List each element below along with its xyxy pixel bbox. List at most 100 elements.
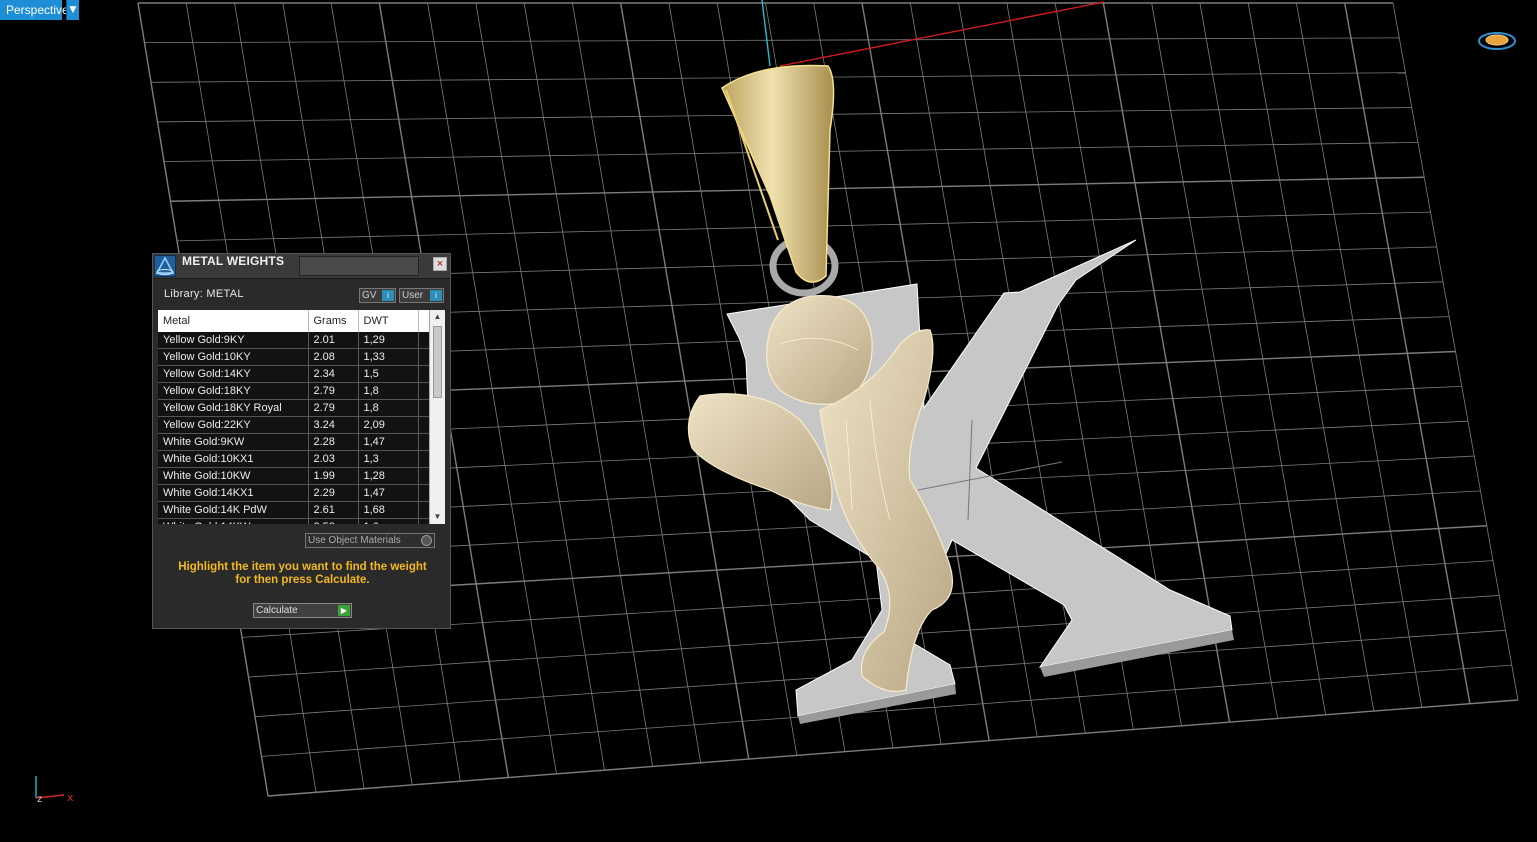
instruction-text: Highlight the item you want to find the … bbox=[167, 561, 438, 587]
col-header-grams[interactable]: Grams bbox=[308, 310, 359, 332]
table-row[interactable]: Yellow Gold:9KY 2.01 1,29 bbox=[158, 332, 430, 349]
row-spacer bbox=[418, 365, 430, 383]
metal-weights-panel: METAL WEIGHTS × Library: METAL GV i User… bbox=[152, 253, 451, 629]
view-cube-core bbox=[1485, 34, 1509, 46]
col-header-dwt[interactable]: DWT bbox=[358, 310, 419, 332]
radio-icon[interactable] bbox=[421, 535, 432, 546]
grid-line-horizontal bbox=[267, 699, 1519, 797]
table-header-row: Metal Grams DWT bbox=[158, 310, 430, 332]
metal-name-cell: White Gold:14KX1 bbox=[158, 484, 309, 502]
table-scrollbar[interactable]: ▲ ▼ bbox=[429, 310, 445, 524]
table-row[interactable]: White Gold:14K PdW 2.61 1,68 bbox=[158, 501, 430, 519]
y-axis-line bbox=[761, 0, 771, 67]
table-row[interactable]: White Gold:10KW 1.99 1,28 bbox=[158, 467, 430, 485]
dwt-cell: 1,33 bbox=[358, 348, 419, 366]
row-spacer bbox=[418, 332, 430, 349]
metal-name-cell: White Gold:14K PdW bbox=[158, 501, 309, 519]
row-spacer bbox=[418, 518, 430, 524]
grams-cell: 2.08 bbox=[308, 348, 359, 366]
x-axis-line bbox=[779, 1, 1105, 67]
row-spacer bbox=[418, 501, 430, 519]
metal-name-cell: Yellow Gold:9KY bbox=[158, 332, 309, 349]
row-spacer bbox=[418, 484, 430, 502]
metal-table[interactable]: Metal Grams DWT Yellow Gold:9KY 2.01 1,29 Y… bbox=[158, 310, 445, 524]
dwt-cell: 2,09 bbox=[358, 416, 419, 434]
row-spacer bbox=[418, 348, 430, 366]
table-row[interactable]: White Gold:9KW 2.28 1,47 bbox=[158, 433, 430, 451]
row-spacer bbox=[418, 467, 430, 485]
table-row[interactable]: Yellow Gold:18KY Royal 2.79 1,8 bbox=[158, 399, 430, 417]
metal-name-cell: Yellow Gold:22KY bbox=[158, 416, 309, 434]
scroll-down-icon[interactable]: ▼ bbox=[430, 510, 445, 524]
metal-name-cell: White Gold:9KW bbox=[158, 433, 309, 451]
viewport-tab[interactable]: Perspective ▼ bbox=[0, 0, 88, 20]
use-object-materials-label: Use Object Materials bbox=[308, 535, 401, 546]
metal-name-cell: White Gold:10KW bbox=[158, 467, 309, 485]
metal-name-cell: Yellow Gold:18KY Royal bbox=[158, 399, 309, 417]
grams-cell: 2.34 bbox=[308, 365, 359, 383]
grams-cell: 2.29 bbox=[308, 484, 359, 502]
table-row[interactable]: Yellow Gold:10KY 2.08 1,33 bbox=[158, 348, 430, 366]
table-row[interactable]: Yellow Gold:22KY 3.24 2,09 bbox=[158, 416, 430, 434]
viewport-label[interactable]: Perspective bbox=[0, 0, 69, 20]
play-icon[interactable]: ▶ bbox=[338, 605, 350, 616]
dwt-cell: 1,5 bbox=[358, 365, 419, 383]
grams-cell: 2.28 bbox=[308, 433, 359, 451]
app-logo-icon bbox=[154, 255, 176, 277]
grams-cell: 2.79 bbox=[308, 399, 359, 417]
row-spacer bbox=[418, 450, 430, 468]
dwt-cell: 1,47 bbox=[358, 484, 419, 502]
table-row[interactable]: Yellow Gold:14KY 2.34 1,5 bbox=[158, 365, 430, 383]
grams-cell: 2.79 bbox=[308, 382, 359, 400]
triad-z-label: z bbox=[37, 794, 42, 805]
dwt-cell: 1,47 bbox=[358, 433, 419, 451]
grams-cell: 2.53 bbox=[308, 518, 359, 524]
row-spacer bbox=[418, 416, 430, 434]
metal-name-cell: Yellow Gold:14KY bbox=[158, 365, 309, 383]
calculate-button[interactable]: Calculate ▶ bbox=[253, 603, 352, 618]
dwt-cell: 1,29 bbox=[358, 332, 419, 349]
user-toggle[interactable]: User i bbox=[399, 288, 444, 303]
table-row[interactable]: White Gold:10KX1 2.03 1,3 bbox=[158, 450, 430, 468]
view-cube-icon[interactable] bbox=[1478, 32, 1516, 50]
row-spacer bbox=[418, 433, 430, 451]
panel-tab-strip bbox=[299, 256, 419, 276]
grams-cell: 1.99 bbox=[308, 467, 359, 485]
close-icon[interactable]: × bbox=[433, 257, 447, 271]
dwt-cell: 1,6 bbox=[358, 518, 419, 524]
gv-toggle[interactable]: GV i bbox=[359, 288, 396, 303]
grams-cell: 2.01 bbox=[308, 332, 359, 349]
dwt-cell: 1,8 bbox=[358, 399, 419, 417]
table-row[interactable]: Yellow Gold:18KY 2.79 1,8 bbox=[158, 382, 430, 400]
dwt-cell: 1,28 bbox=[358, 467, 419, 485]
metal-name-cell: Yellow Gold:10KY bbox=[158, 348, 309, 366]
calculate-label: Calculate bbox=[256, 605, 298, 616]
axis-triad: x z bbox=[35, 776, 74, 805]
scroll-up-icon[interactable]: ▲ bbox=[430, 310, 445, 324]
col-header-metal[interactable]: Metal bbox=[158, 310, 309, 332]
library-label: Library: METAL bbox=[164, 288, 244, 300]
angel-head bbox=[766, 295, 873, 405]
dwt-cell: 1,8 bbox=[358, 382, 419, 400]
gv-label: GV bbox=[362, 290, 377, 301]
row-spacer bbox=[418, 399, 430, 417]
panel-title: METAL WEIGHTS bbox=[182, 254, 285, 268]
col-header-spacer bbox=[418, 310, 430, 332]
user-label: User bbox=[402, 290, 424, 301]
table-row[interactable]: White Gold:14KW2.531,6 bbox=[158, 518, 430, 524]
info-icon[interactable]: i bbox=[430, 290, 442, 301]
grams-cell: 3.24 bbox=[308, 416, 359, 434]
dwt-cell: 1,3 bbox=[358, 450, 419, 468]
grams-cell: 2.61 bbox=[308, 501, 359, 519]
panel-header[interactable]: METAL WEIGHTS × bbox=[153, 254, 450, 279]
triad-x-label: x bbox=[67, 791, 74, 804]
dwt-cell: 1,68 bbox=[358, 501, 419, 519]
instruction-line-2: for then press Calculate. bbox=[235, 574, 370, 586]
triangle-down-icon[interactable]: ▼ bbox=[66, 0, 79, 20]
metal-name-cell: Yellow Gold:18KY bbox=[158, 382, 309, 400]
metal-name-cell: White Gold:10KX1 bbox=[158, 450, 309, 468]
use-object-materials-toggle[interactable]: Use Object Materials bbox=[305, 533, 435, 548]
info-icon[interactable]: i bbox=[382, 290, 394, 301]
scroll-thumb[interactable] bbox=[433, 326, 442, 398]
table-row[interactable]: White Gold:14KX1 2.29 1,47 bbox=[158, 484, 430, 502]
